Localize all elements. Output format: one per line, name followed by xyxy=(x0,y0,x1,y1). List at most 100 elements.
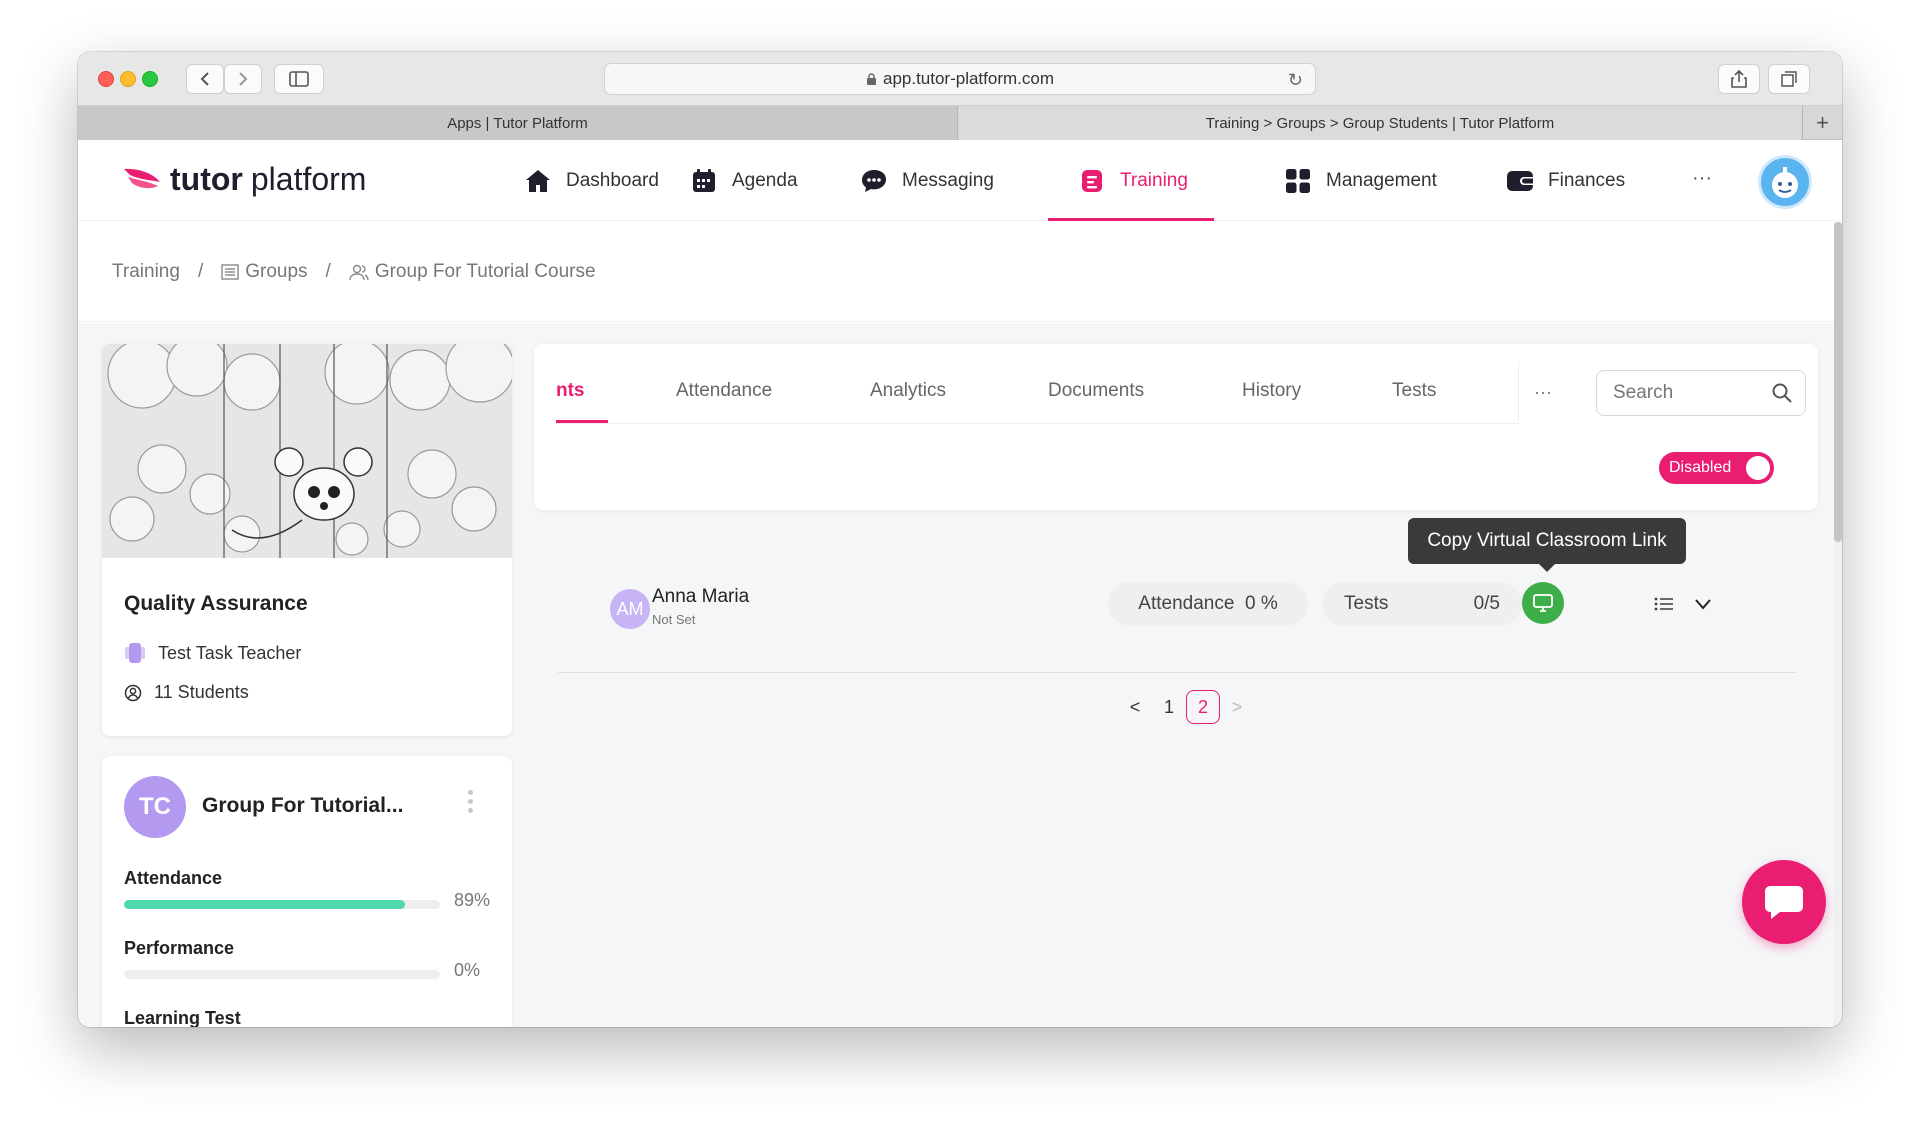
browser-tab-apps[interactable]: Apps | Tutor Platform xyxy=(78,106,958,140)
tab-tests[interactable]: Tests xyxy=(1392,380,1436,402)
course-card[interactable]: Quality Assurance Test Task Teacher 11 S… xyxy=(102,344,512,736)
home-icon xyxy=(524,167,552,195)
row-actions xyxy=(1654,582,1712,626)
browser-tab-strip: Apps | Tutor Platform Training > Groups … xyxy=(78,106,1842,140)
prev-page-button[interactable]: < xyxy=(1118,690,1152,724)
forward-button[interactable] xyxy=(224,64,262,94)
breadcrumb-separator: / xyxy=(197,260,204,282)
robot-avatar-icon xyxy=(1772,167,1798,198)
breadcrumb-training[interactable]: Training xyxy=(112,261,180,283)
back-button[interactable] xyxy=(186,64,224,94)
tab-analytics[interactable]: Analytics xyxy=(870,380,946,402)
support-chat-button[interactable] xyxy=(1742,860,1826,944)
sidebar-icon xyxy=(289,71,309,87)
group-card: TC Group For Tutorial... Attendance 89% … xyxy=(102,756,512,1027)
tutor-platform-logo[interactable]: tutor platform xyxy=(122,161,366,198)
performance-percent: 0% xyxy=(454,960,481,980)
chat-icon xyxy=(1765,886,1803,919)
tab-history[interactable]: History xyxy=(1242,380,1301,402)
browser-titlebar: app.tutor-platform.com ↻ xyxy=(78,52,1842,106)
course-title: Quality Assurance xyxy=(124,592,308,615)
student-avatar: AM xyxy=(610,589,650,629)
lock-icon xyxy=(866,73,876,85)
tests-pill: Tests 0/5 xyxy=(1322,582,1522,626)
nav-more-button[interactable]: ··· xyxy=(1692,167,1712,190)
row-divider xyxy=(558,672,1796,673)
next-page-button[interactable]: > xyxy=(1220,690,1254,724)
training-icon xyxy=(1078,167,1106,195)
disabled-toggle[interactable]: Disabled xyxy=(1659,452,1774,484)
nav-finances[interactable]: Finances xyxy=(1506,141,1625,221)
nav-training[interactable]: Training xyxy=(1048,141,1214,221)
attendance-pill: Attendance 0 % xyxy=(1108,582,1308,626)
breadcrumb-groups[interactable]: Groups xyxy=(245,261,307,283)
list-icon xyxy=(221,263,239,280)
tabs-icon xyxy=(1781,71,1797,87)
list-options-icon[interactable] xyxy=(1654,596,1674,612)
tabs-overview-button[interactable] xyxy=(1768,64,1810,94)
performance-stat-label: Performance xyxy=(124,938,235,958)
performance-progress-bar xyxy=(124,970,440,979)
tab-students[interactable]: nts xyxy=(556,380,585,402)
user-circle-icon xyxy=(124,684,142,702)
breadcrumb-separator: / xyxy=(325,260,331,282)
address-bar[interactable]: app.tutor-platform.com ↻ xyxy=(604,63,1316,95)
copy-link-tooltip: Copy Virtual Classroom Link xyxy=(1408,518,1686,572)
attendance-stat-label: Attendance xyxy=(124,868,223,888)
share-icon xyxy=(1731,70,1747,88)
minimize-window-button[interactable] xyxy=(120,71,136,87)
maximize-window-button[interactable] xyxy=(142,71,158,87)
chat-bubble-icon xyxy=(860,167,888,195)
attendance-percent: 89% xyxy=(454,890,491,910)
share-button[interactable] xyxy=(1718,64,1760,94)
wing-logo-icon xyxy=(124,168,160,188)
nav-dashboard[interactable]: Dashboard xyxy=(524,141,659,221)
teacher-row: Test Task Teacher xyxy=(124,642,301,664)
copy-virtual-classroom-link-button[interactable] xyxy=(1522,582,1564,624)
toggle-knob xyxy=(1746,456,1770,480)
group-tabs: nts Attendance Analytics Documents Histo… xyxy=(556,362,1519,424)
course-illustration xyxy=(102,344,512,558)
learning-test-stat-label: Learning Test xyxy=(124,1008,241,1027)
group-title: Group For Tutorial... xyxy=(202,794,404,817)
active-tab-underline xyxy=(556,420,608,423)
chevron-right-icon xyxy=(239,72,248,86)
student-name[interactable]: Anna Maria xyxy=(652,586,749,608)
browser-tab-group-students[interactable]: Training > Groups > Group Students | Tut… xyxy=(959,106,1801,140)
calendar-icon xyxy=(690,167,718,195)
page-scrollbar[interactable] xyxy=(1834,222,1842,1027)
group-avatar: TC xyxy=(124,776,186,838)
group-icon xyxy=(349,263,369,281)
student-subtitle: Not Set xyxy=(652,612,696,627)
browser-window: app.tutor-platform.com ↻ Apps | Tutor Pl… xyxy=(78,52,1842,1027)
user-avatar[interactable] xyxy=(1758,155,1812,209)
tab-attendance[interactable]: Attendance xyxy=(676,380,772,402)
monitor-icon xyxy=(1533,594,1553,612)
page-2-button[interactable]: 2 xyxy=(1186,690,1220,724)
nav-agenda[interactable]: Agenda xyxy=(690,141,798,221)
url-text: app.tutor-platform.com xyxy=(882,69,1054,88)
pagination: < 1 2 > xyxy=(1118,690,1254,724)
app-header: tutor platform Dashboard Agenda Messaging… xyxy=(78,141,1842,221)
attendance-progress-bar xyxy=(124,900,440,909)
group-students-panel: nts Attendance Analytics Documents Histo… xyxy=(534,344,1818,510)
teacher-icon xyxy=(124,642,146,664)
tabs-more-button[interactable]: ··· xyxy=(1534,382,1552,403)
nav-messaging[interactable]: Messaging xyxy=(860,141,994,221)
close-window-button[interactable] xyxy=(98,71,114,87)
new-tab-button[interactable]: + xyxy=(1802,106,1842,140)
more-vertical-icon[interactable] xyxy=(468,790,473,817)
breadcrumb-current: Group For Tutorial Course xyxy=(374,260,596,282)
wallet-icon xyxy=(1506,167,1534,195)
grid-icon xyxy=(1284,167,1312,195)
chevron-left-icon xyxy=(200,72,209,86)
students-row: 11 Students xyxy=(124,682,249,703)
search-icon[interactable] xyxy=(1771,382,1793,404)
page-1-button[interactable]: 1 xyxy=(1152,690,1186,724)
sidebar-toggle-button[interactable] xyxy=(274,64,324,94)
breadcrumb: Training / Groups / Group For Tutorial C… xyxy=(78,222,1836,322)
nav-management[interactable]: Management xyxy=(1284,141,1437,221)
tab-documents[interactable]: Documents xyxy=(1048,380,1144,402)
chevron-down-icon[interactable] xyxy=(1694,598,1712,610)
reload-icon[interactable]: ↻ xyxy=(1288,70,1303,91)
